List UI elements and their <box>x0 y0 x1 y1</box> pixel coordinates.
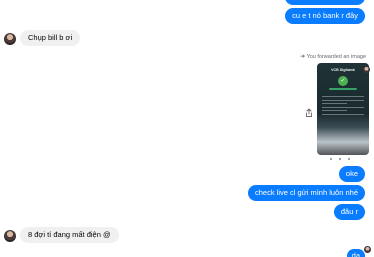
seen-receipt-avatar <box>364 246 371 253</box>
message-text: check live cl gửi mình luôn nhé <box>255 188 358 197</box>
message-text: cu e t nó bank r đây <box>292 11 358 20</box>
message-bubble-in-mat-dien[interactable]: 8 đợi tí đang mất điện @ <box>20 227 119 243</box>
check-circle-icon: ✓ <box>338 76 348 86</box>
pagination-dot <box>339 158 341 160</box>
message-bubble-out-partial-top[interactable] <box>285 0 365 5</box>
message-text: 8 đợi tí đang mất điện @ <box>28 230 111 239</box>
message-text: đâu r <box>340 207 358 216</box>
message-bubble-out-bank[interactable]: cu e t nó bank r đây <box>285 8 365 24</box>
message-bubble-out-check-live[interactable]: check live cl gửi mình luôn nhé <box>248 185 365 201</box>
message-bubble-in-chup-bill[interactable]: Chụp bill b ơi <box>20 30 81 46</box>
message-bubble-out-dau-r[interactable]: đâu r <box>333 204 365 220</box>
image-brand-text: VCB Digibank <box>331 68 355 72</box>
contact-avatar[interactable] <box>4 230 16 242</box>
image-pagination-dots <box>330 158 350 160</box>
contact-avatar[interactable] <box>4 33 16 45</box>
message-text: Chụp bill b ơi <box>28 33 73 42</box>
forwarded-label: ➔ You forwarded an image <box>300 54 366 60</box>
seen-receipt-avatar <box>363 66 370 73</box>
message-text: oke <box>345 169 358 178</box>
pagination-dot <box>330 158 332 160</box>
message-text: dạ <box>351 251 360 257</box>
pagination-dot <box>348 158 350 160</box>
forward-arrow-icon: ➔ <box>300 54 306 60</box>
forwarded-image[interactable]: VCB Digibank ✓ <box>317 63 369 155</box>
share-icon[interactable] <box>304 108 314 118</box>
message-bubble-out-oke[interactable]: oke <box>338 166 365 182</box>
message-bubble-out-partial-bottom[interactable]: dạ <box>346 249 365 257</box>
